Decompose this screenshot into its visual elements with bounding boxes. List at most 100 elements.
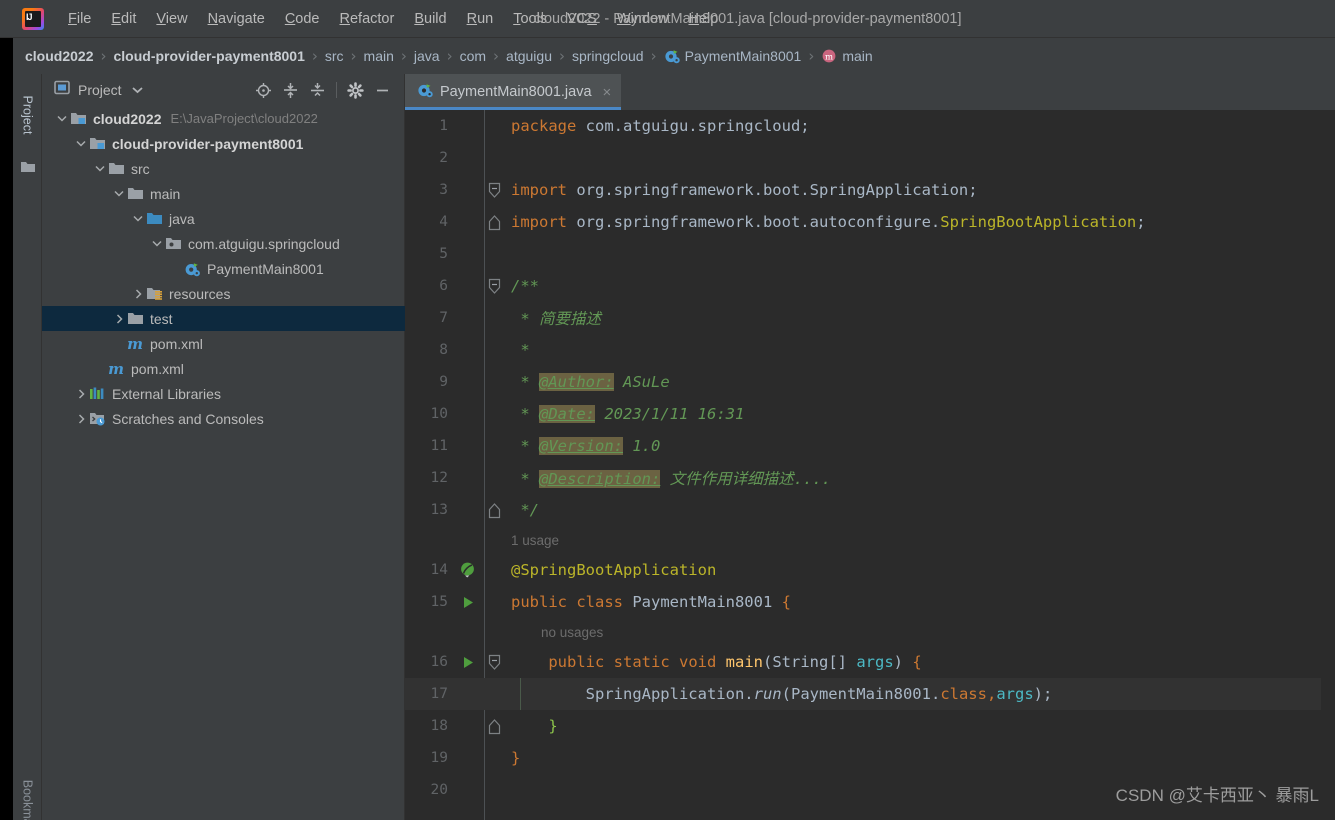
tree-node-java[interactable]: java xyxy=(42,206,405,231)
tree-node-scratches-and-consoles[interactable]: Scratches and Consoles xyxy=(42,406,405,431)
run-icon[interactable] xyxy=(451,595,485,610)
code-line-5[interactable]: 5 xyxy=(405,238,1335,270)
breadcrumb-item-cloud-provider-payment8001[interactable]: cloud-provider-payment8001 xyxy=(113,48,304,64)
tree-node-src[interactable]: src xyxy=(42,156,405,181)
module-folder-icon xyxy=(70,111,87,126)
folder-icon xyxy=(127,186,144,201)
code-line-1[interactable]: 1 package com.atguigu.springcloud; xyxy=(405,110,1335,142)
breadcrumb-separator: › xyxy=(350,47,357,65)
menu-item-edit[interactable]: Edit xyxy=(101,7,146,31)
inlay-hint-text[interactable]: no usages xyxy=(503,625,603,640)
folder-icon[interactable] xyxy=(20,160,36,179)
chevron-down-icon[interactable] xyxy=(130,215,146,222)
editor-tab-paymentmain8001[interactable]: PaymentMain8001.java × xyxy=(405,74,622,110)
menu-item-vcs[interactable]: VCS xyxy=(557,7,607,31)
code-line-4[interactable]: 4 import org.springframework.boot.autocon… xyxy=(405,206,1335,238)
code-line-19[interactable]: 19} xyxy=(405,742,1335,774)
tool-button-bookmarks[interactable]: Bookmarks xyxy=(13,760,42,820)
tree-node-pom-xml[interactable]: m pom.xml xyxy=(42,331,405,356)
fold-marker-icon[interactable] xyxy=(485,654,503,671)
code-line-9[interactable]: 9 * @Author: ASuLe xyxy=(405,366,1335,398)
tree-node-pom-xml[interactable]: m pom.xml xyxy=(42,356,405,381)
settings-gear-icon[interactable] xyxy=(342,80,369,101)
menu-item-tools[interactable]: Tools xyxy=(503,7,557,31)
spring-bean-icon[interactable] xyxy=(451,561,485,579)
breadcrumb-item-springcloud[interactable]: springcloud xyxy=(572,48,644,64)
select-opened-file-icon[interactable] xyxy=(250,80,277,101)
code-line-text: */ xyxy=(511,501,539,519)
breadcrumb-item-main[interactable]: main xyxy=(364,48,394,64)
chevron-down-icon[interactable] xyxy=(73,140,89,147)
code-line-11[interactable]: 11 * @Version: 1.0 xyxy=(405,430,1335,462)
menu-item-code[interactable]: Code xyxy=(275,7,330,31)
breadcrumb-item-paymentmain8001[interactable]: PaymentMain8001 xyxy=(664,48,801,64)
expand-all-icon[interactable] xyxy=(277,80,304,101)
menu-item-refactor[interactable]: Refactor xyxy=(330,7,405,31)
tree-node-resources[interactable]: resources xyxy=(42,281,405,306)
code-line-3[interactable]: 3 import org.springframework.boot.SpringA… xyxy=(405,174,1335,206)
code-line-2[interactable]: 2 xyxy=(405,142,1335,174)
tree-node-main[interactable]: main xyxy=(42,181,405,206)
fold-marker-icon[interactable] xyxy=(485,718,503,735)
watermark: CSDN @艾卡西亚丶 暴雨L xyxy=(1115,786,1319,805)
code-line-14[interactable]: 14 @SpringBootApplication xyxy=(405,554,1335,586)
chevron-right-icon[interactable] xyxy=(73,388,89,399)
chevron-down-icon[interactable] xyxy=(111,190,127,197)
menu-item-build[interactable]: Build xyxy=(404,7,456,31)
main-menu[interactable]: File Edit View Navigate Code Refactor Build Run… xyxy=(58,7,728,31)
code-line-6[interactable]: 6 /** xyxy=(405,270,1335,302)
code-line-7[interactable]: 7 * 简要描述 xyxy=(405,302,1335,334)
tree-node-test[interactable]: test xyxy=(42,306,405,331)
chevron-right-icon[interactable] xyxy=(73,413,89,424)
run-icon[interactable] xyxy=(451,655,485,670)
breadcrumb-item-java[interactable]: java xyxy=(414,48,440,64)
code-editor[interactable]: 1 package com.atguigu.springcloud; 2 3 impor… xyxy=(405,110,1335,820)
chevron-right-icon[interactable] xyxy=(130,288,146,299)
menu-item-view[interactable]: View xyxy=(146,7,197,31)
collapse-all-icon[interactable] xyxy=(304,80,331,101)
code-line-15[interactable]: 15 public class PaymentMain8001 { xyxy=(405,586,1335,618)
fold-marker-icon[interactable] xyxy=(485,502,503,519)
code-line-16[interactable]: 16 public static void main(String[] args… xyxy=(405,646,1335,678)
chevron-right-icon[interactable] xyxy=(111,313,127,324)
breadcrumb[interactable]: cloud2022 › cloud-provider-payment8001 › src… xyxy=(13,38,1335,74)
code-line-text: } xyxy=(511,749,521,767)
code-line-8[interactable]: 8 * xyxy=(405,334,1335,366)
chevron-down-icon[interactable] xyxy=(92,165,108,172)
menu-item-help[interactable]: Help xyxy=(678,7,728,31)
menu-item-window[interactable]: Window xyxy=(607,7,679,31)
tree-node-cloud-provider-payment8001[interactable]: cloud-provider-payment8001 xyxy=(42,131,405,156)
tree-node-cloud2022[interactable]: cloud2022 E:\JavaProject\cloud2022 xyxy=(42,106,405,131)
breadcrumb-item-atguigu[interactable]: atguigu xyxy=(506,48,552,64)
inlay-hint-text[interactable]: 1 usage xyxy=(503,533,559,548)
menu-item-run[interactable]: Run xyxy=(457,7,504,31)
breadcrumb-item-cloud2022[interactable]: cloud2022 xyxy=(25,48,93,64)
hide-panel-icon[interactable] xyxy=(369,80,396,101)
fold-marker-icon[interactable] xyxy=(485,214,503,231)
tool-button-project-label: Project xyxy=(20,95,35,135)
close-icon[interactable]: × xyxy=(603,84,612,101)
code-line-18[interactable]: 18 } xyxy=(405,710,1335,742)
editor-scrollbar[interactable] xyxy=(1321,110,1335,820)
fold-marker-icon[interactable] xyxy=(485,278,503,295)
chevron-down-icon[interactable] xyxy=(131,81,143,99)
tree-node-com-atguigu-springcloud[interactable]: com.atguigu.springcloud xyxy=(42,231,405,256)
fold-marker-icon[interactable] xyxy=(485,182,503,199)
code-line-10[interactable]: 10 * @Date: 2023/1/11 16:31 xyxy=(405,398,1335,430)
project-tool-window: Project cloud2022 E:\JavaProject\cloud202… xyxy=(42,74,405,820)
code-line-13[interactable]: 13 */ xyxy=(405,494,1335,526)
breadcrumb-item-com[interactable]: com xyxy=(460,48,486,64)
tool-button-project[interactable]: Project xyxy=(13,78,42,152)
code-line-17[interactable]: 17 SpringApplication.run(PaymentMain8001… xyxy=(405,678,1335,710)
menu-item-file[interactable]: File xyxy=(58,7,101,31)
project-tree[interactable]: cloud2022 E:\JavaProject\cloud2022 cloud-p… xyxy=(42,106,405,820)
breadcrumb-item-label: src xyxy=(324,48,344,64)
menu-item-navigate[interactable]: Navigate xyxy=(198,7,275,31)
code-line-12[interactable]: 12 * @Description: 文件作用详细描述.... xyxy=(405,462,1335,494)
chevron-down-icon[interactable] xyxy=(149,240,165,247)
tree-node-paymentmain8001[interactable]: PaymentMain8001 xyxy=(42,256,405,281)
tree-node-external-libraries[interactable]: External Libraries xyxy=(42,381,405,406)
chevron-down-icon[interactable] xyxy=(54,115,70,122)
breadcrumb-item-src[interactable]: src xyxy=(325,48,344,64)
breadcrumb-item-main[interactable]: m main xyxy=(821,48,873,64)
